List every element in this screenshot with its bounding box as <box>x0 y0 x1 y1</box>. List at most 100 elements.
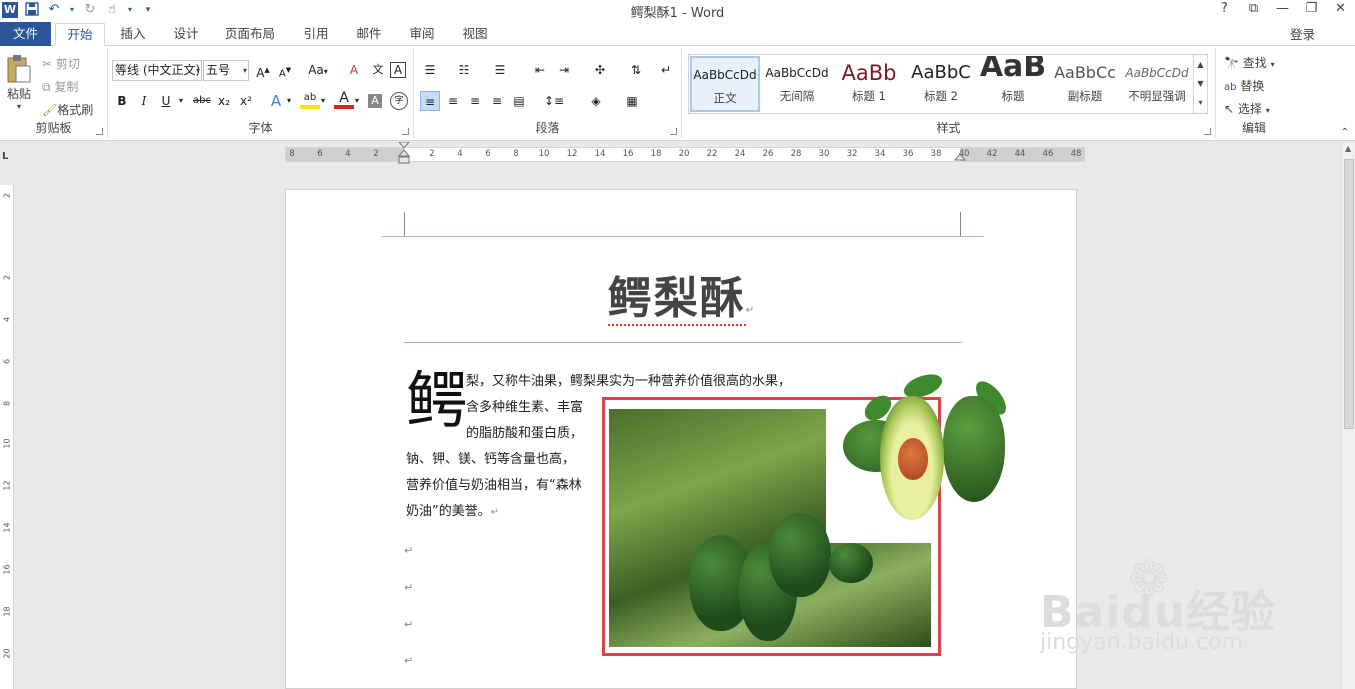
select-button[interactable]: ↖ 选择 ▾ <box>1224 100 1270 117</box>
highlight-dropdown-icon[interactable]: ▾ <box>318 91 328 111</box>
minimize-button[interactable]: — <box>1268 0 1297 20</box>
sort-button[interactable]: ⇅ <box>626 60 646 80</box>
borders-button[interactable]: ▦ <box>618 91 646 111</box>
character-border-button[interactable]: A <box>390 62 406 78</box>
change-case-button[interactable]: Aa▾ <box>304 60 332 80</box>
style-subtitle[interactable]: AaBbCc 副标题 <box>1050 56 1120 112</box>
copy-button[interactable]: ⧉ 复制 <box>42 78 78 95</box>
right-indent-marker-icon[interactable] <box>954 150 966 162</box>
clear-format-button[interactable]: A <box>344 60 364 80</box>
tab-selector[interactable]: L <box>2 151 12 162</box>
tab-layout[interactable]: 页面布局 <box>218 23 282 46</box>
tab-review[interactable]: 审阅 <box>399 23 445 46</box>
bullets-button[interactable]: ☰ <box>420 60 440 80</box>
chevron-up-icon[interactable]: ▲ <box>1194 55 1207 74</box>
style-title[interactable]: AaB 标题 <box>978 56 1048 112</box>
distributed-button[interactable]: ▤ <box>509 91 529 111</box>
font-color-button[interactable]: A <box>334 91 354 109</box>
style-subtle-emphasis[interactable]: AaBbCcDd 不明显强调 <box>1122 56 1192 112</box>
align-right-button[interactable]: ≡ <box>465 91 485 111</box>
asian-layout-button[interactable]: ✣ <box>586 60 614 80</box>
vertical-scrollbar[interactable]: ▲ <box>1341 143 1355 689</box>
empty-paragraph-mark[interactable]: ↵ <box>404 618 413 631</box>
style-normal[interactable]: AaBbCcDd 正文 <box>690 56 760 112</box>
character-shading-button[interactable]: A <box>368 94 382 108</box>
tab-design[interactable]: 设计 <box>163 23 209 46</box>
empty-paragraph-mark[interactable]: ↵ <box>404 654 413 667</box>
drop-cap[interactable]: 鳄 <box>406 370 468 432</box>
enclose-characters-button[interactable]: 字 <box>390 92 408 110</box>
cut-avocado-image[interactable] <box>843 369 1013 520</box>
shading-button[interactable]: ◈ <box>582 91 610 111</box>
text-effects-dropdown-icon[interactable]: ▾ <box>284 91 294 111</box>
clipboard-launcher-icon[interactable] <box>96 128 103 135</box>
scroll-up-icon[interactable]: ▲ <box>1345 144 1351 153</box>
body-line[interactable]: 钠、钾、镁、钙等含量也高， <box>406 447 575 473</box>
style-heading-1[interactable]: AaBb 标题 1 <box>834 56 904 112</box>
paragraph-launcher-icon[interactable] <box>670 128 677 135</box>
italic-button[interactable]: I <box>134 91 154 111</box>
multilevel-list-button[interactable]: ☰ <box>490 60 510 80</box>
find-button[interactable]: 🔭 查找 ▾ <box>1224 54 1275 71</box>
grow-font-button[interactable]: A▲ <box>253 60 273 80</box>
replace-button[interactable]: ab 替换 <box>1224 77 1264 94</box>
maximize-button[interactable]: ❐ <box>1297 0 1326 20</box>
document-title[interactable]: 鳄梨酥↵ <box>286 262 1076 326</box>
font-name-combo[interactable]: 等线 (中文正文) ▾ <box>112 60 202 81</box>
vertical-ruler[interactable]: 2 2 4 6 8 10 12 14 16 18 20 <box>0 185 14 689</box>
more-styles-icon[interactable]: ▾ <box>1194 93 1207 112</box>
close-button[interactable]: ✕ <box>1326 0 1355 20</box>
paste-button[interactable]: 粘贴 ▾ <box>4 54 34 111</box>
styles-launcher-icon[interactable] <box>1204 128 1211 135</box>
collapse-ribbon-icon[interactable]: ⌃ <box>1341 127 1349 138</box>
underline-dropdown-icon[interactable]: ▾ <box>176 91 186 111</box>
font-color-dropdown-icon[interactable]: ▾ <box>352 91 362 111</box>
body-line[interactable]: 营养价值与奶油相当，有“森林 <box>406 473 582 499</box>
empty-paragraph-mark[interactable]: ↵ <box>404 544 413 557</box>
body-line[interactable]: 含多种维生素、丰富 <box>466 395 583 421</box>
gallery-scroll[interactable]: ▲ ▼ ▾ <box>1193 55 1207 113</box>
format-painter-button[interactable]: 🖌格式刷 <box>42 101 93 118</box>
chevron-down-icon[interactable]: ▼ <box>1194 74 1207 93</box>
style-no-spacing[interactable]: AaBbCcDd 无间隔 <box>762 56 832 112</box>
tab-home[interactable]: 开始 <box>55 23 105 46</box>
tab-insert[interactable]: 插入 <box>110 23 156 46</box>
bold-button[interactable]: B <box>112 91 132 111</box>
body-line[interactable]: 的脂肪酸和蛋白质， <box>466 421 583 447</box>
indent-marker-icon[interactable] <box>398 142 410 168</box>
text-effects-button[interactable]: A <box>266 91 286 111</box>
numbering-button[interactable]: ☷ <box>454 60 474 80</box>
highlight-button[interactable]: ab <box>300 91 320 109</box>
ribbon-display-options-button[interactable]: ⧉ <box>1239 0 1268 20</box>
body-line[interactable]: 梨，又称牛油果，鳄梨果实为一种营养价值很高的水果， <box>466 369 791 395</box>
login-link[interactable]: 登录 <box>1290 24 1315 43</box>
underline-button[interactable]: U <box>156 91 176 111</box>
subscript-button[interactable]: x₂ <box>214 91 234 111</box>
align-center-button[interactable]: ≡ <box>443 91 463 111</box>
phonetic-guide-button[interactable]: 文 <box>368 60 388 80</box>
cut-button[interactable]: ✂ 剪切 <box>42 55 80 72</box>
tab-mailings[interactable]: 邮件 <box>346 23 392 46</box>
scrollbar-thumb[interactable] <box>1344 159 1354 429</box>
document-page[interactable]: 鳄梨酥↵ 鳄 梨，又称牛油果，鳄梨果实为一种营养价值很高的水果， 含多种维生素、… <box>285 189 1077 689</box>
body-line[interactable]: 奶油”的美誉。↵ <box>406 499 499 526</box>
font-launcher-icon[interactable] <box>402 128 409 135</box>
empty-paragraph-mark[interactable]: ↵ <box>404 581 413 594</box>
account-button[interactable] <box>1325 23 1349 41</box>
increase-indent-button[interactable]: ⇥ <box>554 60 574 80</box>
align-left-button[interactable]: ≡ <box>420 91 440 111</box>
tab-references[interactable]: 引用 <box>293 23 339 46</box>
shrink-font-button[interactable]: A▼ <box>275 60 295 80</box>
superscript-button[interactable]: x² <box>236 91 256 111</box>
tab-file[interactable]: 文件 <box>0 22 51 46</box>
horizontal-ruler[interactable]: 8 6 4 2 2 4 6 8 10 12 14 16 18 20 22 24 … <box>285 142 1085 164</box>
decrease-indent-button[interactable]: ⇤ <box>530 60 550 80</box>
help-button[interactable]: ? <box>1210 0 1239 20</box>
style-heading-2[interactable]: AaBbC 标题 2 <box>906 56 976 112</box>
line-spacing-button[interactable]: ↕≡ <box>540 91 568 111</box>
justify-button[interactable]: ≡ <box>487 91 507 111</box>
font-size-combo[interactable]: 五号 ▾ <box>203 60 249 81</box>
show-marks-button[interactable]: ↵ <box>656 60 676 80</box>
strikethrough-button[interactable]: abc <box>190 91 214 111</box>
tab-view[interactable]: 视图 <box>452 23 498 46</box>
